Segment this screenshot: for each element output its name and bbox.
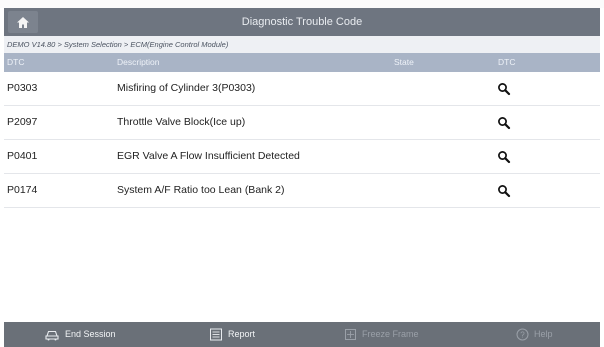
dtc-code: P0401 [7, 150, 38, 162]
app-window: Diagnostic Trouble Code DEMO V14.80 > Sy… [0, 0, 604, 347]
magnifier-icon[interactable] [497, 150, 511, 164]
dtc-code: P0174 [7, 184, 38, 196]
title-bar: Diagnostic Trouble Code [4, 8, 600, 36]
help-label: Help [534, 329, 553, 339]
page-title: Diagnostic Trouble Code [241, 16, 363, 28]
dtc-code: P0303 [7, 82, 38, 94]
freeze-frame-label: Freeze Frame [362, 329, 419, 339]
home-icon [17, 16, 29, 28]
car-outline-icon [45, 330, 59, 341]
column-dtc-action: DTC [498, 57, 516, 67]
magnifier-icon[interactable] [497, 184, 511, 198]
home-button[interactable] [8, 11, 38, 33]
magnifier-icon[interactable] [497, 82, 511, 96]
magnifier-icon[interactable] [497, 116, 511, 130]
report-label: Report [228, 329, 256, 339]
freeze-frame-button[interactable]: Freeze Frame [344, 322, 419, 347]
dtc-description: Throttle Valve Block(Ice up) [117, 116, 246, 128]
column-state: State [394, 57, 414, 67]
column-header: DTC Description State DTC [4, 53, 600, 72]
table-row[interactable]: P0174 System A/F Ratio too Lean (Bank 2) [4, 174, 600, 208]
dtc-list: P0303 Misfiring of Cylinder 3(P0303) P20… [4, 72, 600, 208]
top-strip [0, 0, 604, 8]
dtc-description: Misfiring of Cylinder 3(P0303) [117, 82, 256, 94]
breadcrumb: DEMO V14.80 > System Selection > ECM(Eng… [4, 36, 600, 53]
table-row[interactable]: P0303 Misfiring of Cylinder 3(P0303) [4, 72, 600, 106]
help-button[interactable]: ? Help [516, 322, 553, 347]
end-session-label: End Session [65, 329, 116, 339]
snowflake-icon [345, 329, 356, 340]
report-button[interactable]: Report [209, 322, 255, 347]
table-row[interactable]: P0401 EGR Valve A Flow Insufficient Dete… [4, 140, 600, 174]
svg-text:?: ? [520, 330, 525, 339]
dtc-description: System A/F Ratio too Lean (Bank 2) [117, 184, 285, 196]
table-row[interactable]: P2097 Throttle Valve Block(Ice up) [4, 106, 600, 140]
document-icon [210, 328, 222, 341]
column-description: Description [117, 57, 160, 67]
dtc-description: EGR Valve A Flow Insufficient Detected [117, 150, 300, 162]
bottom-toolbar: End Session Report Freeze Frame ? Help [4, 322, 600, 347]
column-dtc: DTC [7, 57, 25, 67]
question-icon: ? [516, 328, 529, 341]
end-session-button[interactable]: End Session [44, 322, 116, 347]
dtc-code: P2097 [7, 116, 38, 128]
